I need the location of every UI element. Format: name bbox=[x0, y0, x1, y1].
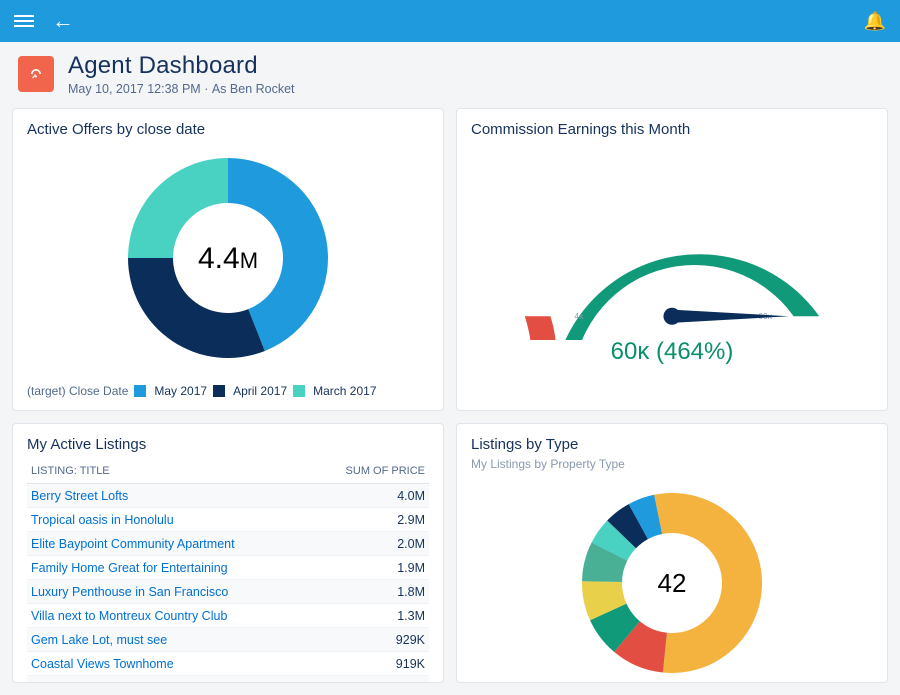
card-title: Active Offers by close date bbox=[27, 121, 429, 138]
table-row: Amazing Panhandle Townhome! 895K bbox=[27, 676, 429, 684]
table-row: Villa next to Montreux Country Club 1.3M bbox=[27, 604, 429, 628]
listing-price: 1.8M bbox=[311, 580, 429, 604]
listing-price: 1.9M bbox=[311, 556, 429, 580]
listing-link[interactable]: Elite Baypoint Community Apartment bbox=[31, 537, 235, 551]
commission-gauge-chart: 4ᴋ9.6ᴋ15ᴋ21ᴋ26ᴋ32ᴋ37ᴋ43ᴋ49ᴋ54ᴋ60ᴋ bbox=[472, 150, 872, 340]
listing-link[interactable]: Villa next to Montreux Country Club bbox=[31, 609, 227, 623]
page-title: Agent Dashboard bbox=[68, 52, 295, 80]
table-row: Coastal Views Townhome 919K bbox=[27, 652, 429, 676]
notifications-icon[interactable]: 🔔 bbox=[864, 11, 886, 32]
listing-price: 1.3M bbox=[311, 604, 429, 628]
listings-by-type-donut-chart: 42 bbox=[567, 481, 777, 681]
listing-link[interactable]: Family Home Great for Entertaining bbox=[31, 561, 228, 575]
listing-link[interactable]: Coastal Views Townhome bbox=[31, 657, 174, 671]
card-title: Listings by Type bbox=[471, 436, 873, 453]
svg-text:4.4M: 4.4M bbox=[198, 242, 258, 275]
offers-legend: (target) Close Date May 2017April 2017Ma… bbox=[27, 384, 429, 398]
column-header-title[interactable]: LISTING: TITLE bbox=[27, 459, 311, 484]
table-row: Luxury Penthouse in San Francisco 1.8M bbox=[27, 580, 429, 604]
listing-price: 2.9M bbox=[311, 508, 429, 532]
table-row: Elite Baypoint Community Apartment 2.0M bbox=[27, 532, 429, 556]
page-header: Agent Dashboard May 10, 2017 12:38 PM · … bbox=[0, 42, 900, 108]
svg-text:4ᴋ: 4ᴋ bbox=[574, 311, 584, 321]
page-subtitle: May 10, 2017 12:38 PM · As Ben Rocket bbox=[68, 82, 295, 96]
listing-link[interactable]: Tropical oasis in Honolulu bbox=[31, 513, 174, 527]
listing-link[interactable]: Berry Street Lofts bbox=[31, 489, 128, 503]
menu-icon[interactable] bbox=[14, 15, 34, 27]
card-title: My Active Listings bbox=[27, 436, 429, 453]
card-commission: Commission Earnings this Month 4ᴋ9.6ᴋ15ᴋ… bbox=[456, 108, 888, 411]
card-active-offers: Active Offers by close date 4.4M (target… bbox=[12, 108, 444, 411]
card-title: Commission Earnings this Month bbox=[471, 121, 873, 138]
active-offers-donut-chart: 4.4M bbox=[113, 150, 343, 370]
listing-link[interactable]: Amazing Panhandle Townhome! bbox=[31, 681, 210, 684]
back-button[interactable]: ← bbox=[52, 8, 74, 34]
listings-table: LISTING: TITLE SUM OF PRICE Berry Street… bbox=[27, 459, 429, 683]
listing-price: 929K bbox=[311, 628, 429, 652]
listing-price: 919K bbox=[311, 652, 429, 676]
card-active-listings: My Active Listings LISTING: TITLE SUM OF… bbox=[12, 423, 444, 683]
listing-link[interactable]: Gem Lake Lot, must see bbox=[31, 633, 167, 647]
listing-price: 2.0M bbox=[311, 532, 429, 556]
table-row: Gem Lake Lot, must see 929K bbox=[27, 628, 429, 652]
table-row: Tropical oasis in Honolulu 2.9M bbox=[27, 508, 429, 532]
card-listings-by-type: Listings by Type My Listings by Property… bbox=[456, 423, 888, 683]
table-row: Berry Street Lofts 4.0M bbox=[27, 484, 429, 508]
column-header-price[interactable]: SUM OF PRICE bbox=[311, 459, 429, 484]
dashboard-icon bbox=[18, 56, 54, 92]
svg-text:42: 42 bbox=[658, 568, 687, 598]
topbar: ← 🔔 bbox=[0, 0, 900, 42]
listing-price: 4.0M bbox=[311, 484, 429, 508]
listing-price: 895K bbox=[311, 676, 429, 684]
table-row: Family Home Great for Entertaining 1.9M bbox=[27, 556, 429, 580]
card-subtitle: My Listings by Property Type bbox=[471, 457, 873, 471]
listing-link[interactable]: Luxury Penthouse in San Francisco bbox=[31, 585, 228, 599]
gauge-value: 60ᴋ (464%) bbox=[471, 338, 873, 366]
